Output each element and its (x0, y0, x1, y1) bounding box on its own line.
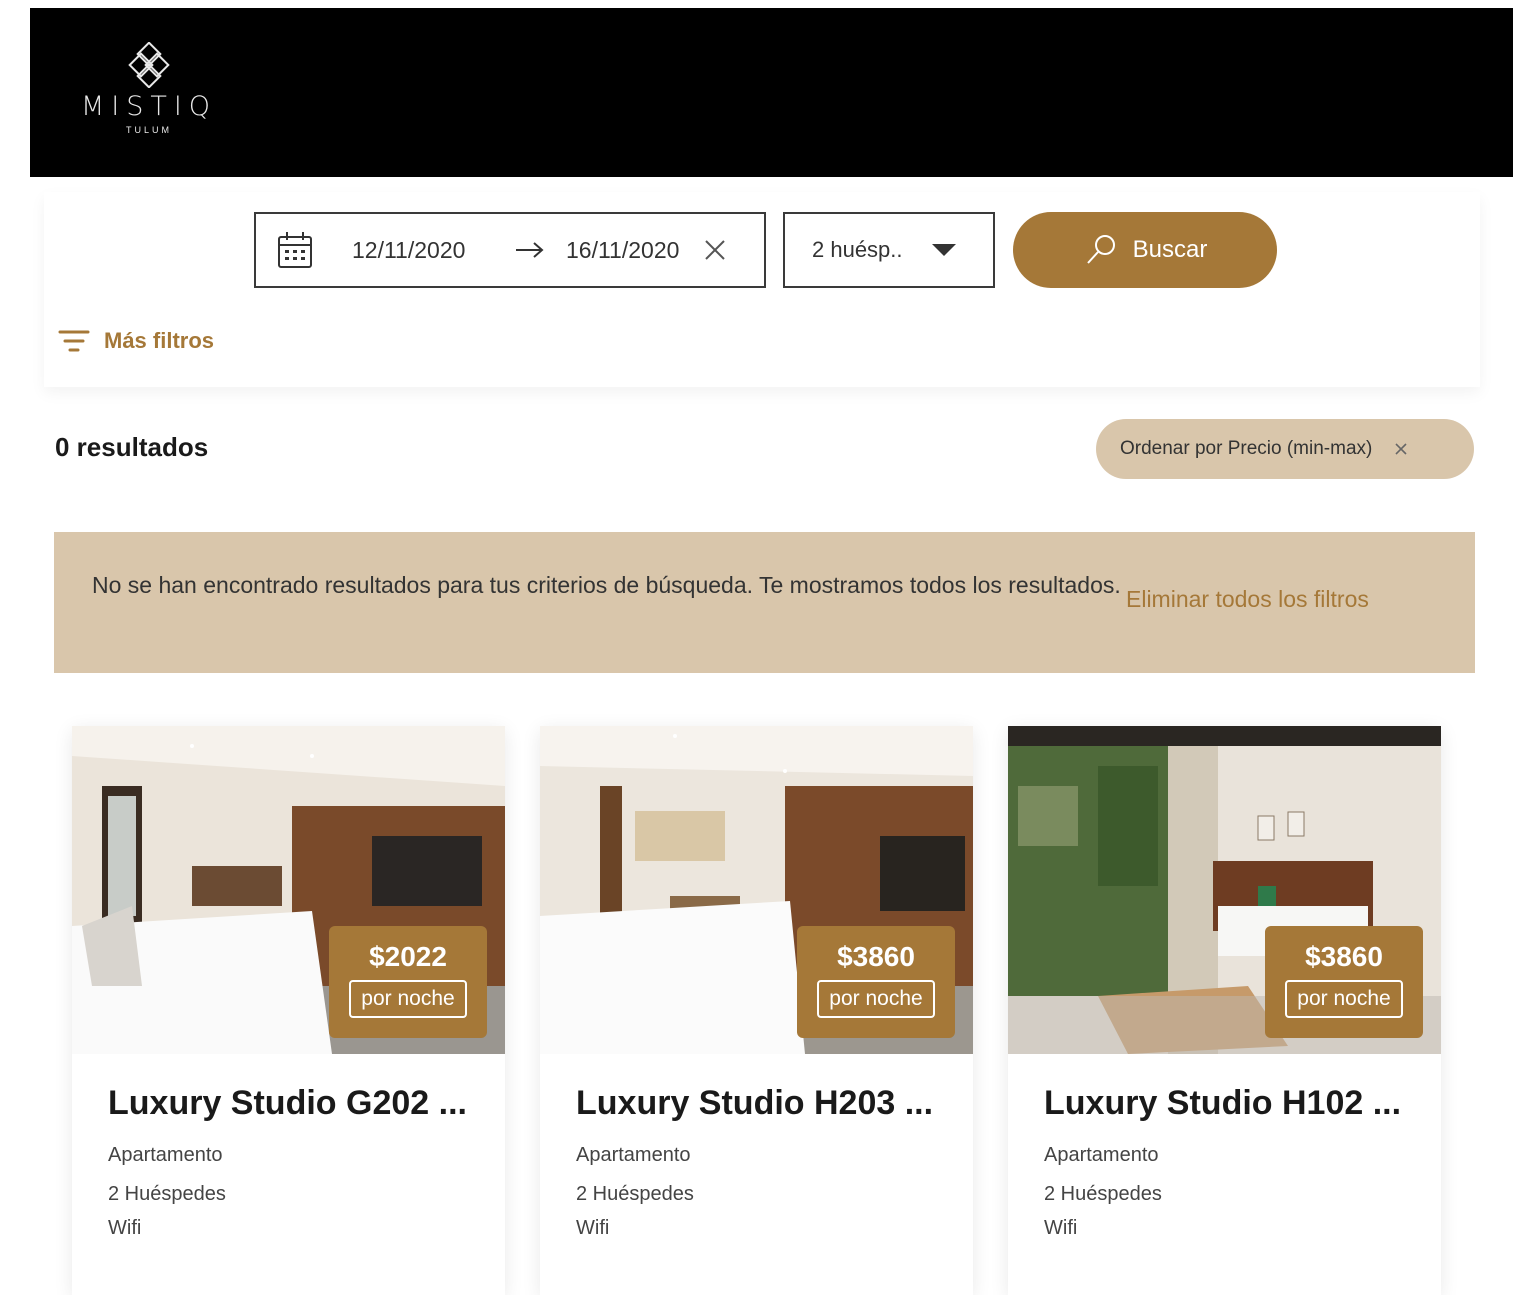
clear-all-filters-link[interactable]: Eliminar todos los filtros (1126, 586, 1369, 613)
price-unit: por noche (817, 980, 935, 1018)
brand-subtitle: TULUM (126, 125, 172, 135)
brand-logo[interactable]: MISTIQ TULUM (74, 42, 224, 136)
more-filters-button[interactable]: Más filtros (58, 328, 214, 354)
sort-label: Ordenar por Precio (min-max) (1120, 438, 1373, 459)
clear-dates-icon[interactable] (704, 239, 726, 261)
listing-amenity: Wifi (1044, 1217, 1078, 1239)
guests-select[interactable]: 2 huésp.. (783, 212, 995, 288)
listing-type: Apartamento (576, 1144, 691, 1166)
listing-guests: 2 Huéspedes (1044, 1183, 1162, 1205)
price-unit: por noche (349, 980, 467, 1018)
price-unit: por noche (1285, 980, 1403, 1018)
search-icon (1086, 235, 1115, 264)
check-in-date[interactable]: 12/11/2020 (352, 237, 492, 264)
no-results-notice: No se han encontrado resultados para tus… (54, 532, 1475, 673)
search-button[interactable]: Buscar (1013, 212, 1277, 288)
listing-amenity: Wifi (108, 1217, 142, 1239)
sort-chip[interactable]: Ordenar por Precio (min-max) (1096, 419, 1474, 479)
listing-guests: 2 Huéspedes (576, 1183, 694, 1205)
price-value: $3860 (837, 941, 915, 972)
price-badge: $3860 por noche (1265, 926, 1423, 1038)
search-panel: 12/11/2020 16/11/2020 2 huésp.. Buscar M… (44, 192, 1480, 387)
remove-sort-icon[interactable] (1394, 442, 1408, 456)
search-button-label: Buscar (1132, 236, 1208, 263)
price-value: $2022 (369, 941, 447, 972)
filter-icon (58, 330, 90, 352)
listing-card[interactable]: $2022 por noche Luxury Studio G202 ... A… (72, 726, 505, 1295)
check-out-date[interactable]: 16/11/2020 (566, 237, 698, 264)
listing-card[interactable]: $3860 por noche Luxury Studio H102 ... A… (1008, 726, 1441, 1295)
logo-diamond-icon (128, 42, 170, 88)
listing-type: Apartamento (1044, 1144, 1159, 1166)
price-badge: $2022 por noche (329, 926, 487, 1038)
calendar-icon (278, 232, 312, 268)
listing-amenity: Wifi (576, 1217, 610, 1239)
listing-card[interactable]: $3860 por noche Luxury Studio H203 ... A… (540, 726, 973, 1295)
more-filters-label: Más filtros (104, 328, 215, 353)
date-range-picker[interactable]: 12/11/2020 16/11/2020 (254, 212, 766, 288)
price-value: $3860 (1305, 941, 1383, 972)
listing-title[interactable]: Luxury Studio H203 ... (576, 1084, 956, 1123)
results-count: 0 resultados (55, 432, 209, 462)
price-badge: $3860 por noche (797, 926, 955, 1038)
brand-name: MISTIQ (80, 91, 218, 122)
listing-title[interactable]: Luxury Studio H102 ... (1044, 1084, 1424, 1123)
listing-guests: 2 Huéspedes (108, 1183, 226, 1205)
listing-title[interactable]: Luxury Studio G202 ... (108, 1084, 488, 1123)
notice-message: No se han encontrado resultados para tus… (92, 572, 1121, 598)
listing-type: Apartamento (108, 1144, 223, 1166)
arrow-right-icon (516, 242, 544, 258)
guests-value: 2 huésp.. (812, 237, 903, 262)
chevron-down-icon (932, 244, 956, 256)
site-header: MISTIQ TULUM (30, 8, 1513, 177)
